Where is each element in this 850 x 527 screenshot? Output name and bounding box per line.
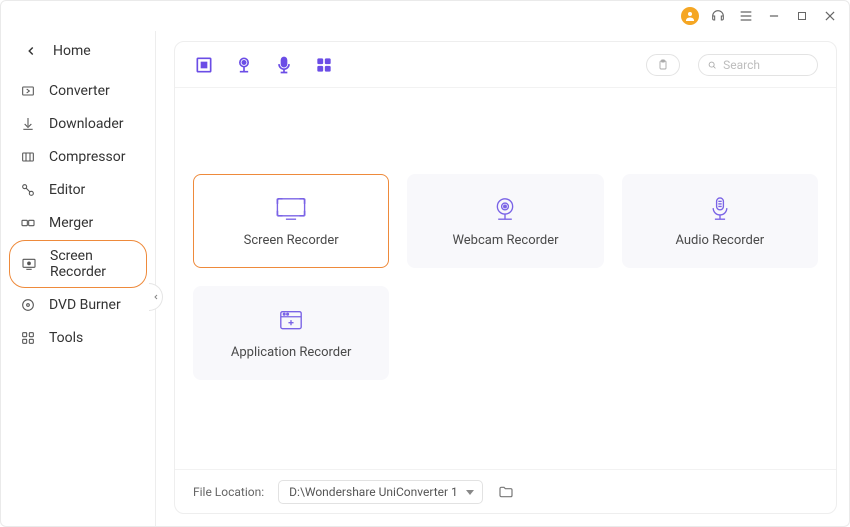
mode-audio-icon[interactable] (273, 54, 295, 76)
sidebar-list: Converter Downloader Compressor (1, 71, 155, 358)
search-icon (707, 59, 717, 71)
webcam-recorder-card-icon (488, 195, 522, 223)
sidebar-item-label: Downloader (49, 116, 124, 132)
webcam-recorder-card[interactable]: Webcam Recorder (407, 174, 603, 268)
maximize-button[interactable] (793, 7, 811, 25)
user-avatar[interactable] (681, 7, 699, 25)
sidebar-item-dvd-burner[interactable]: DVD Burner (9, 289, 147, 321)
content-panel: Screen Recorder Webcam Recorder (174, 41, 837, 514)
app-window: Home Converter Downloader (0, 0, 850, 527)
editor-icon (19, 181, 37, 199)
sidebar-item-label: Screen Recorder (50, 248, 136, 280)
merger-icon (19, 214, 37, 232)
converter-icon (19, 82, 37, 100)
clipboard-button[interactable] (646, 54, 680, 76)
sidebar-item-label: Compressor (49, 149, 125, 165)
tools-icon (19, 329, 37, 347)
close-button[interactable] (821, 7, 839, 25)
sidebar-item-label: Merger (49, 215, 93, 231)
sidebar-item-label: Editor (49, 182, 85, 198)
home-row[interactable]: Home (1, 35, 155, 71)
search-box[interactable] (698, 54, 818, 76)
sidebar-item-screen-recorder[interactable]: Screen Recorder (9, 240, 147, 288)
sidebar-item-label: DVD Burner (49, 297, 121, 313)
back-icon[interactable] (23, 43, 39, 59)
card-label: Webcam Recorder (452, 233, 558, 248)
dvd-burner-icon (19, 296, 37, 314)
search-input[interactable] (723, 58, 809, 72)
sidebar-item-editor[interactable]: Editor (9, 174, 147, 206)
sidebar-item-merger[interactable]: Merger (9, 207, 147, 239)
card-label: Screen Recorder (244, 233, 339, 248)
mode-screen-icon[interactable] (193, 54, 215, 76)
sidebar-item-compressor[interactable]: Compressor (9, 141, 147, 173)
file-location-path: D:\Wondershare UniConverter 1 (289, 485, 458, 499)
sidebar-item-converter[interactable]: Converter (9, 75, 147, 107)
mode-webcam-icon[interactable] (233, 54, 255, 76)
audio-recorder-card[interactable]: Audio Recorder (622, 174, 818, 268)
menu-icon[interactable] (737, 7, 755, 25)
mode-apps-icon[interactable] (313, 54, 335, 76)
cards-area: Screen Recorder Webcam Recorder (175, 88, 836, 469)
sidebar-item-tools[interactable]: Tools (9, 322, 147, 354)
screen-recorder-icon (20, 255, 38, 273)
open-folder-button[interactable] (497, 483, 515, 501)
home-label: Home (53, 43, 91, 59)
support-icon[interactable] (709, 7, 727, 25)
sidebar: Home Converter Downloader (1, 31, 156, 526)
file-location-label: File Location: (193, 485, 264, 499)
minimize-button[interactable] (765, 7, 783, 25)
footer: File Location: D:\Wondershare UniConvert… (175, 469, 836, 513)
body: Home Converter Downloader (1, 31, 849, 526)
application-recorder-card-icon (274, 307, 308, 335)
application-recorder-card[interactable]: Application Recorder (193, 286, 389, 380)
downloader-icon (19, 115, 37, 133)
file-location-select[interactable]: D:\Wondershare UniConverter 1 (278, 480, 483, 504)
main: Screen Recorder Webcam Recorder (156, 31, 849, 526)
screen-recorder-card-icon (274, 195, 308, 223)
card-label: Audio Recorder (675, 233, 764, 248)
sidebar-item-downloader[interactable]: Downloader (9, 108, 147, 140)
audio-recorder-card-icon (703, 195, 737, 223)
sidebar-item-label: Converter (49, 83, 110, 99)
screen-recorder-card[interactable]: Screen Recorder (193, 174, 389, 268)
toolbar (175, 42, 836, 88)
sidebar-item-label: Tools (49, 330, 83, 346)
titlebar (1, 1, 849, 31)
compressor-icon (19, 148, 37, 166)
card-label: Application Recorder (231, 345, 352, 360)
